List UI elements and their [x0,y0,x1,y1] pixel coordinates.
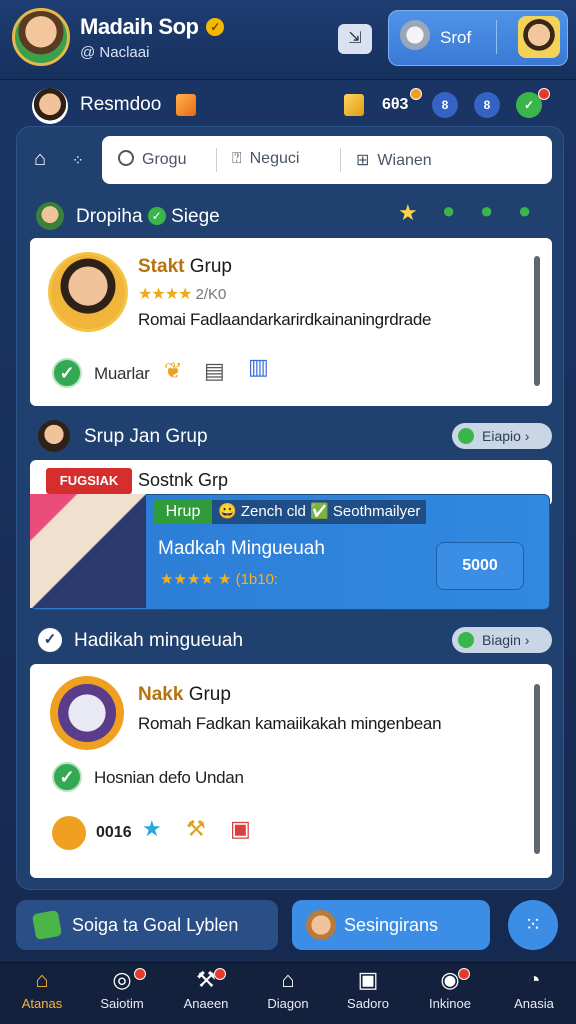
figure-icon: ● [442,198,456,223]
star-icon: ★ [398,200,418,225]
card-rating: ★★★★ 2/K0 [138,286,227,303]
nav-item-box[interactable]: ▣ Sadoro [332,966,404,1011]
featured-tag: Hrup [154,500,212,524]
trophy-icon[interactable]: ❦ [164,358,182,384]
record-icon: ◉ [440,967,460,992]
section-avatar [36,202,64,230]
filter-segment-1[interactable]: Grogu [118,150,186,169]
app-title: Madaih Sop ✓ [80,14,225,40]
card-title: Stakt Grup [138,256,232,277]
price-button[interactable]: 5000 [436,542,524,590]
cup-icon[interactable]: ▥ [248,354,269,380]
section-title-3: Hadikah mingueuah [74,630,244,651]
green-dot-icon [458,632,474,648]
section-avatar [38,420,70,452]
settings-icon[interactable] [400,20,430,50]
divider [340,148,341,172]
notification-dot [410,88,422,100]
ribbon-badge: FUGSIAK [46,468,132,494]
section-action-button[interactable]: Eiapio › [452,423,552,449]
check-icon: ✓ [52,762,82,792]
gift-icon[interactable] [176,94,196,116]
gold-cube-icon [344,94,364,116]
coin-icon[interactable] [52,816,86,850]
dots-icon[interactable]: ⁘ [72,152,84,169]
box-icon: ▣ [357,967,379,992]
more-menu-button[interactable]: ⁙ [508,900,558,950]
divider [496,20,497,54]
card-description: Romai Fadlaandarkarirdkainaningrdrade [138,310,432,329]
section-title-1: Dropiha ✓ Siege [76,206,220,227]
check-badge-icon: ✓ [147,207,166,225]
share-button[interactable]: ⇲ [338,24,372,54]
counter-icon[interactable]: 0016 [96,824,132,842]
nav-item-home[interactable]: ⌂ Atanas [6,966,78,1011]
tools-icon[interactable]: ⚒ [186,816,206,842]
card-status: Hosnian defo Undan [94,768,244,787]
card-title: Sostnk Grp [138,470,229,490]
profile-label: Srof [440,28,472,47]
nav-item-chat[interactable]: ◔ Anasia [498,966,570,1011]
featured-chip: 😀 Zench cld ✅ Seothmailyer [212,500,427,524]
person-icon [306,910,336,940]
green-dot-icon [458,428,474,444]
divider [216,148,217,172]
nav-item-target[interactable]: ◎ Saiotim [86,966,158,1011]
group-avatar [48,252,128,332]
chat-icon: ◔ [527,967,541,992]
featured-rating: ★★★★ ★ (1b10: [160,571,279,588]
nav-item-tools[interactable]: ⚒ Anaeen [170,966,242,1011]
nav-item-record[interactable]: ◉ Inkinoe [414,966,486,1011]
subheader-label: Resmdoo [80,94,162,115]
house-icon: ⌂ [281,967,295,992]
check-icon: ✓ [38,628,62,652]
secondary-avatar[interactable] [32,88,68,124]
home-icon[interactable]: ⌂ [34,148,46,171]
card-footer-label: Muarlar [94,364,150,383]
round-button-1[interactable]: 8 [432,92,458,118]
filter-segment-2[interactable]: ⍰ Neguci [232,150,299,168]
card-title: Nakk Grup [138,684,231,705]
notification-dot [458,968,470,980]
app-subtitle: @ Naclaai [80,44,150,61]
notification-dot [134,968,146,980]
home-icon: ⌂ [35,967,49,992]
round-button-2[interactable]: 8 [474,92,500,118]
group-avatar [50,676,124,750]
scrollbar[interactable] [534,684,540,854]
card-description: Romah Fadkan kamaiikakah mingenbean [138,714,442,733]
figure-icon: ● [480,198,494,223]
featured-title: Madkah Mingueuah [158,538,325,559]
notification-dot [538,88,550,100]
stat-value: 6θ3 [382,96,409,113]
scrollbar[interactable] [534,256,540,386]
user-avatar[interactable] [12,8,70,66]
section-title-2: Srup Jan Grup [84,426,208,447]
star-icon[interactable]: ★ [142,816,162,842]
filter-segment-3[interactable]: ⊞ Wianen [356,150,432,170]
figure-icon: ● [518,198,532,223]
profile-avatar[interactable] [518,16,560,58]
ticket-icon [31,909,63,941]
bus-icon[interactable]: ▤ [204,358,225,384]
target-icon: ◎ [112,967,132,992]
nav-item-house[interactable]: ⌂ Diagon [252,966,324,1011]
coin-badge-icon: ✓ [206,18,225,36]
section-action-button[interactable]: Biagin › [452,627,552,653]
notification-dot [214,968,226,980]
gift-icon[interactable]: ▣ [230,816,251,842]
featured-image [30,494,146,608]
tools-icon: ⚒ [196,967,216,992]
check-icon: ✓ [52,358,82,388]
